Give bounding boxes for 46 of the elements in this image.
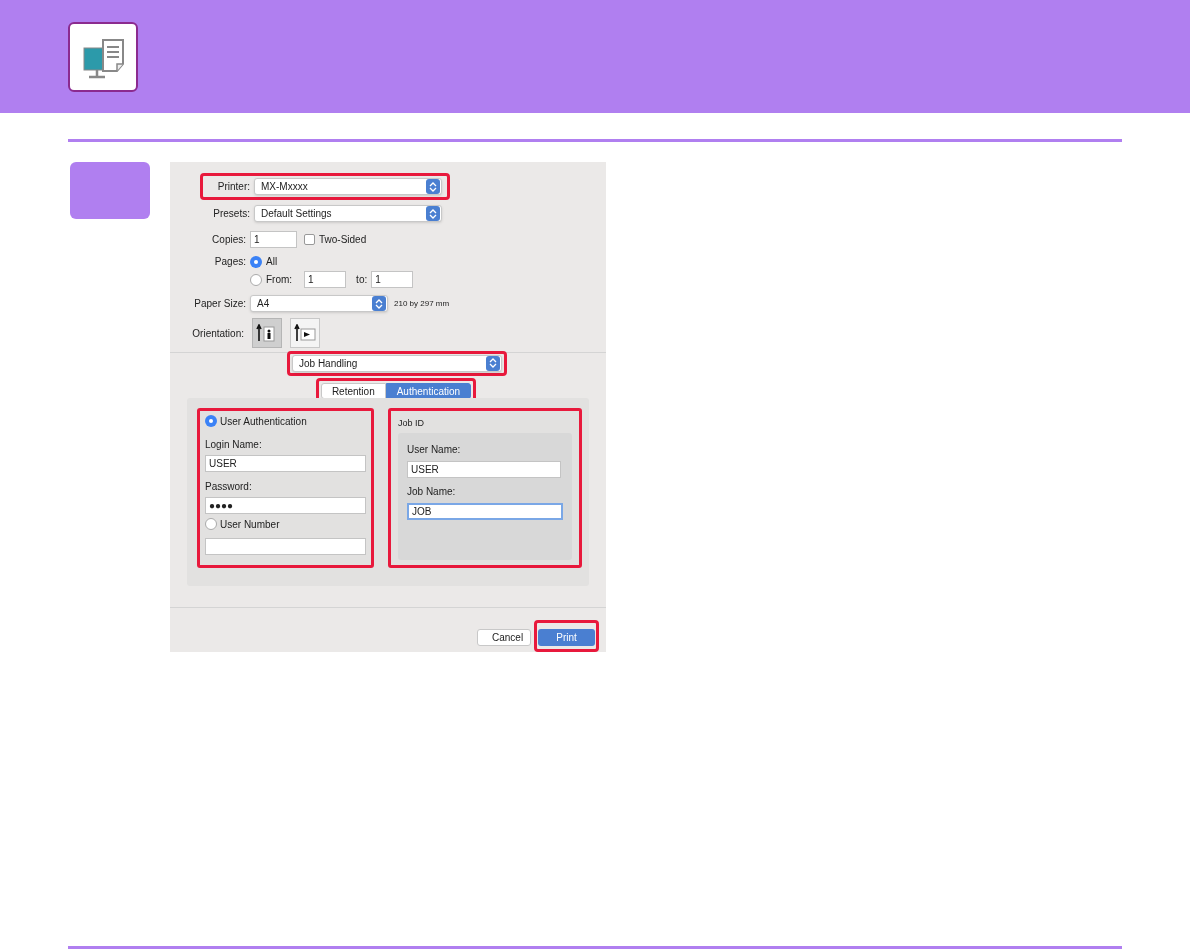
landscape-orientation-icon[interactable] [290,318,320,348]
popup-menu[interactable]: A4 [250,295,388,312]
field-label: to: [356,273,368,287]
input-field[interactable]: ●●●● [205,496,366,514]
field-label: Presets: [212,207,250,221]
input-field[interactable]: JOB [407,503,563,521]
input-field[interactable]: 1 [250,231,297,248]
field-label: Copies: [211,233,246,247]
group-title: Job ID [398,416,425,430]
radio-button[interactable] [250,255,262,268]
field-label: Job Name: [407,485,457,500]
computer-document-icon [68,21,138,92]
checkbox[interactable] [304,234,315,245]
input-field[interactable] [205,537,366,555]
field-label: User Name: [407,443,462,458]
popup-menu[interactable]: MX-Mxxxx [254,178,442,195]
stepper-icon [486,355,500,371]
field-label: Printer: [216,180,250,194]
portrait-orientation-icon[interactable] [252,318,282,348]
radio-label: All [266,255,278,269]
field-label: Orientation: [191,326,244,341]
radio-button[interactable] [205,518,217,531]
radio-label: User Authentication [220,414,307,429]
popup-menu[interactable]: Default Settings [254,205,442,222]
stepper-icon [372,296,386,311]
stepper-icon [426,179,440,194]
tab[interactable]: Authentication [385,382,472,399]
input-field[interactable]: 1 [304,271,347,288]
input-field[interactable]: USER [407,461,561,479]
radio-button[interactable] [205,415,217,428]
input-field[interactable]: 1 [371,271,414,288]
radio-label: From: [266,273,293,287]
field-label: Login Name: [205,437,263,452]
print-button[interactable]: Print [538,629,595,646]
input-field[interactable]: USER [205,454,366,472]
field-label: Paper Size: [193,297,246,311]
cancel-button[interactable]: Cancel [477,629,531,646]
checkbox-label: Two-Sided [319,233,367,247]
field-label: Pages: [213,255,246,269]
field-label: Password: [205,479,253,494]
popup-menu[interactable]: Job Handling [292,354,502,372]
tab[interactable]: Retention [320,382,386,399]
radio-button[interactable] [250,273,262,286]
paper-size-note: 210 by 297 mm [394,297,450,310]
stepper-icon [426,206,440,221]
radio-label: User Number [220,517,280,532]
